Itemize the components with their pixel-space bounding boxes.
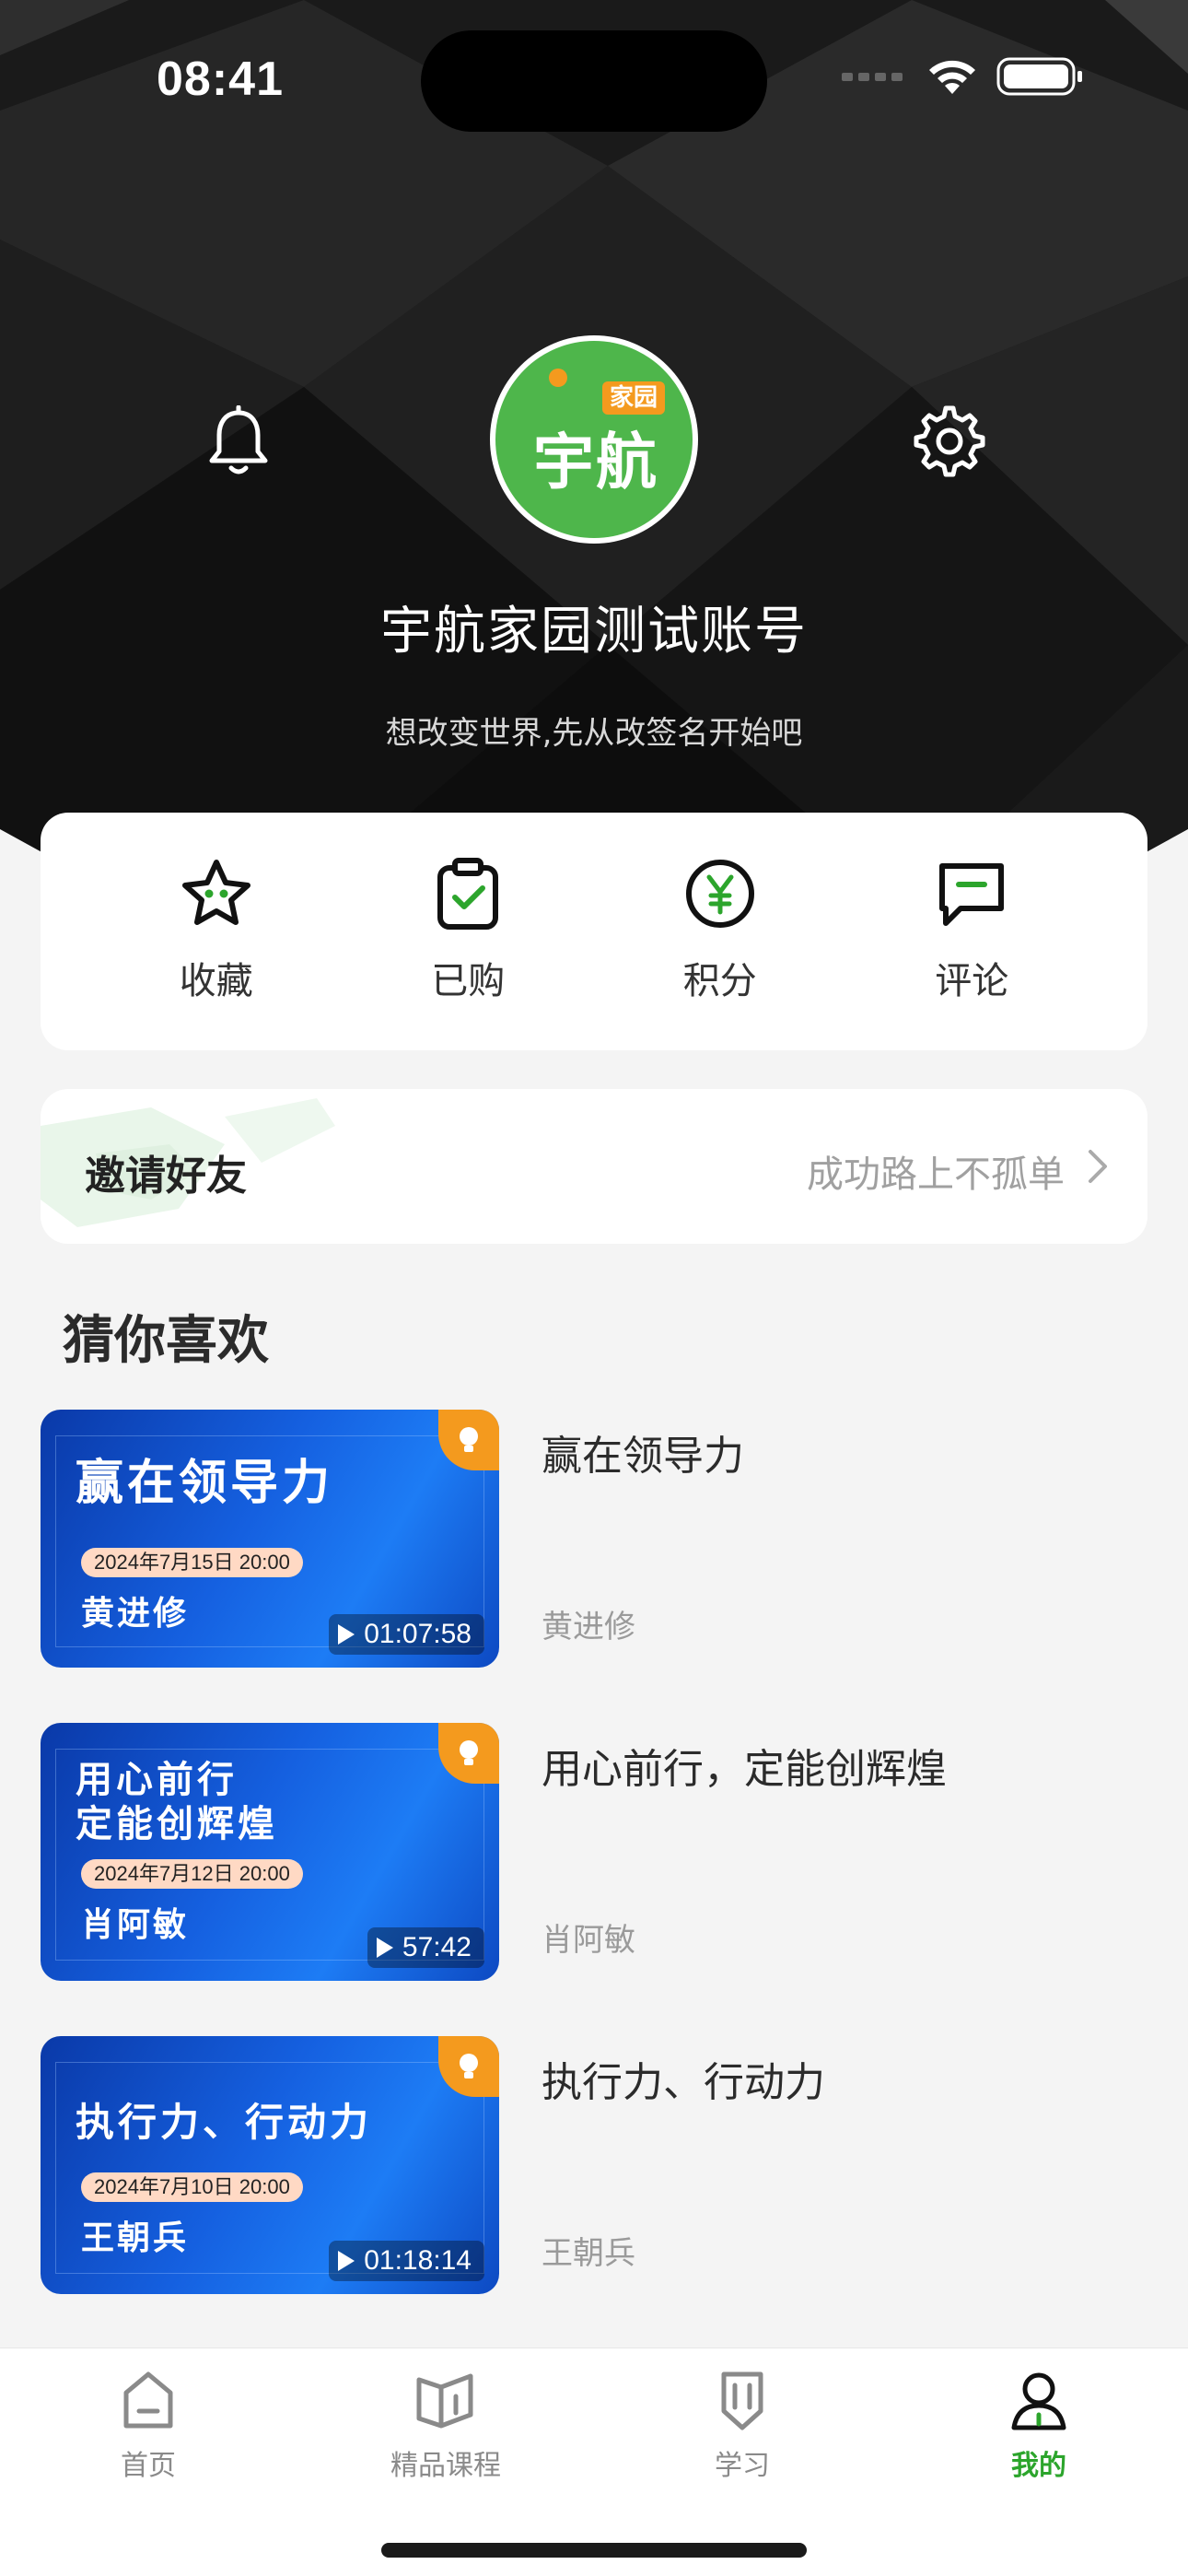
duration-text: 01:07:58 <box>364 1619 472 1649</box>
tab-home[interactable]: 首页 <box>38 2369 259 2483</box>
bottom-tab-bar: 首页 精品课程 学习 我的 <box>0 2348 1188 2576</box>
home-icon <box>123 2371 173 2429</box>
duration-text: 01:18:14 <box>364 2245 472 2276</box>
quick-action-label: 收藏 <box>179 960 253 1002</box>
invite-title: 邀请好友 <box>85 1153 247 1200</box>
play-icon <box>338 1624 355 1645</box>
course-lecturer: 肖阿敏 <box>542 1922 635 1959</box>
signal-icon <box>842 73 903 81</box>
thumbnail-date: 2024年7月15日 20:00 <box>81 1548 303 1577</box>
dynamic-island <box>421 30 767 132</box>
thumbnail-title: 定能创辉煌 <box>76 1803 278 1845</box>
duration-badge: 01:07:58 <box>329 1614 484 1655</box>
duration-text: 57:42 <box>402 1932 472 1962</box>
status-icons <box>840 55 1085 98</box>
battery-icon <box>996 57 1082 96</box>
thumbnail-lecturer: 肖阿敏 <box>81 1906 190 1944</box>
tab-courses[interactable]: 精品课程 <box>335 2369 556 2483</box>
tab-mine[interactable]: 我的 <box>928 2369 1149 2483</box>
course-lecturer: 王朝兵 <box>542 2235 635 2272</box>
quick-action-label: 积分 <box>682 960 757 1002</box>
signature[interactable]: 想改变世界,先从改签名开始吧 <box>0 708 1188 753</box>
thumbnail-date: 2024年7月12日 20:00 <box>81 1859 303 1889</box>
quick-actions-card: 收藏 已购 积分 评论 <box>41 813 1147 1050</box>
course-thumbnail[interactable]: 用心前行 定能创辉煌 2024年7月12日 20:00 肖阿敏 57:42 <box>41 1723 499 1981</box>
duration-badge: 01:18:14 <box>329 2241 484 2281</box>
comment-icon <box>933 855 1010 932</box>
quick-action-label: 已购 <box>431 960 506 1002</box>
star-icon <box>178 855 255 932</box>
profile-header: 08:41 家园 宇航 宇航家园测试账号 想改变世界,先从改签名开始吧 <box>0 0 1188 931</box>
course-item[interactable]: 用心前行 定能创辉煌 2024年7月12日 20:00 肖阿敏 57:42 用心… <box>41 1723 1147 1981</box>
thumbnail-lecturer: 王朝兵 <box>81 2219 190 2257</box>
course-thumbnail[interactable]: 赢在领导力 2024年7月15日 20:00 黄进修 01:07:58 <box>41 1410 499 1668</box>
avatar[interactable]: 家园 宇航 <box>490 335 698 544</box>
avatar-text: 宇航 <box>533 427 658 498</box>
thumbnail-lecturer: 黄进修 <box>81 1595 190 1633</box>
yen-coin-icon <box>681 855 759 932</box>
quick-action-purchased[interactable]: 已购 <box>376 855 560 1004</box>
course-title: 赢在领导力 <box>542 1433 744 1480</box>
book-icon <box>416 2373 473 2429</box>
thumbnail-title: 赢在领导力 <box>76 1456 334 1511</box>
course-lecturer: 黄进修 <box>542 1609 635 1645</box>
course-title: 执行力、行动力 <box>542 2059 825 2106</box>
tab-study[interactable]: 学习 <box>632 2369 853 2483</box>
settings-gear-icon[interactable] <box>908 400 991 483</box>
thumbnail-title: 用心前行 <box>76 1759 238 1801</box>
wifi-icon <box>929 60 975 94</box>
course-item[interactable]: 赢在领导力 2024年7月15日 20:00 黄进修 01:07:58 赢在领导… <box>41 1410 1147 1668</box>
chevron-right-icon <box>1089 1150 1107 1183</box>
tab-label: 学习 <box>715 2450 770 2482</box>
course-thumbnail[interactable]: 执行力、行动力 2024年7月10日 20:00 王朝兵 01:18:14 <box>41 2036 499 2294</box>
thumbnail-title: 执行力、行动力 <box>76 2100 373 2145</box>
user-icon <box>1011 2372 1066 2430</box>
course-title: 用心前行，定能创辉煌 <box>542 1746 947 1793</box>
quick-action-points[interactable]: 积分 <box>628 855 812 1004</box>
tab-label: 首页 <box>121 2450 176 2482</box>
tab-label: 我的 <box>1011 2450 1066 2482</box>
play-icon <box>376 1938 393 1958</box>
avatar-logo: 家园 宇航 <box>495 341 693 538</box>
section-title-recommend: 猜你喜欢 <box>63 1311 269 1371</box>
avatar-dot <box>549 369 567 387</box>
home-indicator[interactable] <box>381 2543 807 2558</box>
quick-action-label: 评论 <box>935 960 1009 1002</box>
course-item[interactable]: 执行力、行动力 2024年7月10日 20:00 王朝兵 01:18:14 执行… <box>41 2036 1147 2294</box>
duration-badge: 57:42 <box>367 1927 484 1968</box>
quick-action-comments[interactable]: 评论 <box>879 855 1064 1004</box>
status-bar: 08:41 <box>0 0 1188 157</box>
tab-label: 精品课程 <box>390 2450 501 2482</box>
bookmark-pen-icon <box>721 2371 763 2430</box>
status-time: 08:41 <box>157 53 284 106</box>
username: 宇航家园测试账号 <box>380 602 808 662</box>
avatar-tag: 家园 <box>602 381 666 415</box>
clipboard-check-icon <box>429 855 507 932</box>
play-icon <box>338 2251 355 2271</box>
thumbnail-date: 2024年7月10日 20:00 <box>81 2172 303 2202</box>
quick-action-favorites[interactable]: 收藏 <box>124 855 309 1004</box>
notification-bell-icon[interactable] <box>197 400 280 483</box>
invite-friends-row[interactable]: 邀请好友 成功路上不孤单 <box>41 1089 1147 1244</box>
invite-subtitle: 成功路上不孤单 <box>807 1153 1065 1196</box>
